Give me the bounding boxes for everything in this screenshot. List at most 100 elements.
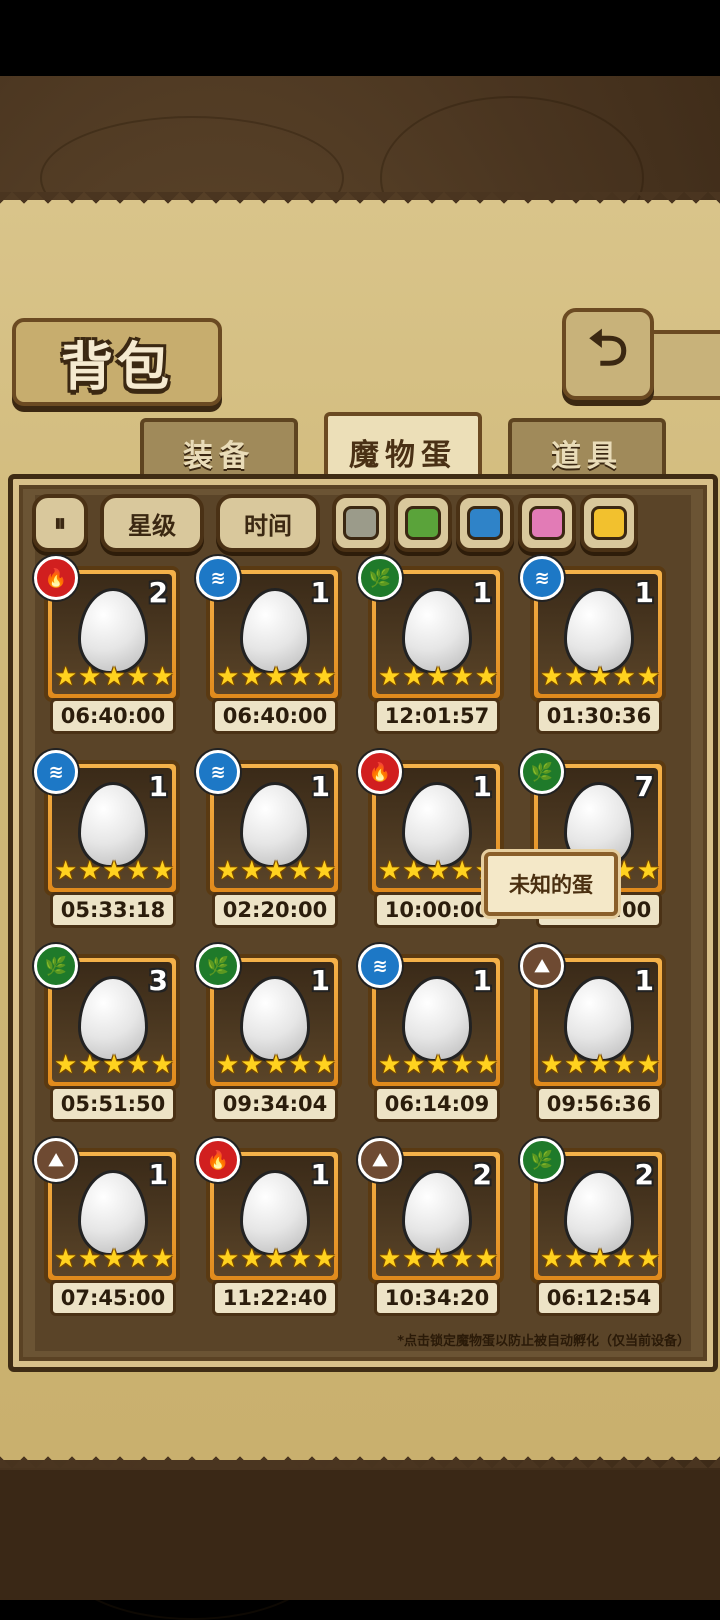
- filter-row: ⏸ 星级 时间: [32, 494, 692, 552]
- egg-slot[interactable]: 1 ★ ★ ★ ★ ★ ≋ 01:30:36: [520, 556, 666, 738]
- egg-count: 7: [634, 770, 654, 803]
- star-icon: ★: [636, 1050, 660, 1080]
- star-icon: ★: [264, 1050, 288, 1080]
- star-rating: ★★★★★: [216, 856, 336, 886]
- egg-count: 1: [634, 576, 654, 609]
- egg-count: 1: [310, 576, 330, 609]
- hatch-timer: 09:56:36: [536, 1086, 662, 1122]
- sort-order-button[interactable]: ⏸: [32, 494, 88, 552]
- egg-slot[interactable]: 2 ★ ★ ★ ★ ★ 🔥 06:40:00: [34, 556, 180, 738]
- filter-green-swatch[interactable]: [394, 494, 452, 552]
- sort-toggle-icon: ⏸: [54, 509, 66, 537]
- egg-slot[interactable]: 1 ★ ★ ★ ★ ★ 🌿 12:01:57: [358, 556, 504, 738]
- star-icon: ★: [78, 856, 102, 886]
- star-icon: ★: [312, 1244, 336, 1274]
- egg-slot[interactable]: 1 ★ ★ ★ ★ ★ ≋ 05:33:18: [34, 750, 180, 932]
- leaf-element-icon: 🌿: [520, 1138, 564, 1182]
- filter-pink-swatch[interactable]: [518, 494, 576, 552]
- sort-by-time-button[interactable]: 时间: [216, 494, 320, 552]
- egg-slot[interactable]: 1 ★ ★ ★ ★ ★ ≋ 06:40:00: [196, 556, 342, 738]
- star-rating: ★★★★★: [540, 662, 660, 692]
- star-icon: ★: [102, 1050, 126, 1080]
- hatch-timer: 09:34:04: [212, 1086, 338, 1122]
- star-icon: ★: [312, 856, 336, 886]
- leaf-element-icon: 🌿: [196, 944, 240, 988]
- hatch-timer: 11:22:40: [212, 1280, 338, 1316]
- star-icon: ★: [474, 1244, 498, 1274]
- star-rating: ★★★★★: [54, 856, 174, 886]
- egg-slot[interactable]: 2 ★ ★ ★ ★ ★ ⛰ 10:34:20: [358, 1138, 504, 1320]
- bottom-map-area: [0, 1470, 720, 1600]
- filter-blue-swatch[interactable]: [456, 494, 514, 552]
- egg-slot[interactable]: 3 ★ ★ ★ ★ ★ 🌿 05:51:50: [34, 944, 180, 1126]
- egg-slot[interactable]: 1 ★ ★ ★ ★ ★ ⛰ 09:56:36: [520, 944, 666, 1126]
- sort-by-star-button[interactable]: 星级: [100, 494, 204, 552]
- fire-element-icon: 🔥: [358, 750, 402, 794]
- hatch-timer: 10:00:00: [374, 892, 500, 928]
- star-icon: ★: [540, 1050, 564, 1080]
- hatch-timer: 10:34:20: [374, 1280, 500, 1316]
- water-element-icon: ≋: [520, 556, 564, 600]
- egg-count: 2: [148, 576, 168, 609]
- star-icon: ★: [150, 856, 174, 886]
- filter-gray-swatch[interactable]: [332, 494, 390, 552]
- star-rating: ★★★★★: [378, 856, 498, 886]
- egg-slot[interactable]: 1 ★ ★ ★ ★ ★ ≋ 06:14:09: [358, 944, 504, 1126]
- star-icon: ★: [240, 662, 264, 692]
- back-button[interactable]: ⮌: [562, 308, 654, 400]
- star-icon: ★: [264, 856, 288, 886]
- star-icon: ★: [378, 856, 402, 886]
- star-icon: ★: [288, 856, 312, 886]
- back-arrow-icon: ⮌: [587, 318, 629, 377]
- star-icon: ★: [540, 662, 564, 692]
- egg-slot[interactable]: 1 ★ ★ ★ ★ ★ 🔥 11:22:40: [196, 1138, 342, 1320]
- star-icon: ★: [150, 1244, 174, 1274]
- torn-edge-bottom: [0, 1440, 720, 1468]
- star-icon: ★: [378, 1244, 402, 1274]
- filter-yellow-swatch[interactable]: [580, 494, 638, 552]
- egg-count: 1: [310, 964, 330, 997]
- star-icon: ★: [102, 662, 126, 692]
- star-icon: ★: [588, 1050, 612, 1080]
- star-icon: ★: [564, 1050, 588, 1080]
- earth-element-icon: ⛰: [520, 944, 564, 988]
- star-icon: ★: [612, 1050, 636, 1080]
- water-element-icon: ≋: [34, 750, 78, 794]
- egg-count: 1: [148, 1158, 168, 1191]
- leaf-element-icon: 🌿: [358, 556, 402, 600]
- egg-count: 2: [472, 1158, 492, 1191]
- egg-count: 1: [472, 576, 492, 609]
- egg-slot[interactable]: 2 ★ ★ ★ ★ ★ 🌿 06:12:54: [520, 1138, 666, 1320]
- page-title: 背包: [60, 336, 173, 398]
- star-rating: ★★★★★: [54, 1244, 174, 1274]
- title-plate: 背包: [12, 318, 222, 406]
- earth-element-icon: ⛰: [358, 1138, 402, 1182]
- star-icon: ★: [78, 662, 102, 692]
- egg-slot[interactable]: 1 ★★★★★ 🔥 10:00:00: [358, 750, 504, 932]
- star-icon: ★: [288, 662, 312, 692]
- star-icon: ★: [216, 662, 240, 692]
- water-element-icon: ≋: [196, 750, 240, 794]
- star-icon: ★: [150, 662, 174, 692]
- star-icon: ★: [240, 1050, 264, 1080]
- star-icon: ★: [264, 662, 288, 692]
- star-icon: ★: [378, 662, 402, 692]
- auto-hatch-note: *点击锁定魔物蛋以防止被自动孵化（仅当前设备）: [397, 1334, 690, 1349]
- egg-count: 3: [148, 964, 168, 997]
- leaf-element-icon: 🌿: [34, 944, 78, 988]
- star-icon: ★: [126, 1244, 150, 1274]
- star-rating: ★★★★★: [540, 1050, 660, 1080]
- egg-slot[interactable]: 1 ★ ★ ★ ★ ★ ⛰ 07:45:00: [34, 1138, 180, 1320]
- green-swatch-color: [405, 506, 441, 540]
- hatch-timer: 06:14:09: [374, 1086, 500, 1122]
- egg-count: 1: [634, 964, 654, 997]
- hatch-timer: 05:33:18: [50, 892, 176, 928]
- water-element-icon: ≋: [196, 556, 240, 600]
- egg-slot[interactable]: 1 ★ ★ ★ ★ ★ 🌿 09:34:04: [196, 944, 342, 1126]
- star-icon: ★: [612, 1244, 636, 1274]
- star-icon: ★: [126, 662, 150, 692]
- egg-slot[interactable]: 1 ★ ★ ★ ★ ★ ≋ 02:20:00: [196, 750, 342, 932]
- star-icon: ★: [240, 856, 264, 886]
- star-icon: ★: [402, 1244, 426, 1274]
- hatch-timer: 05:51:50: [50, 1086, 176, 1122]
